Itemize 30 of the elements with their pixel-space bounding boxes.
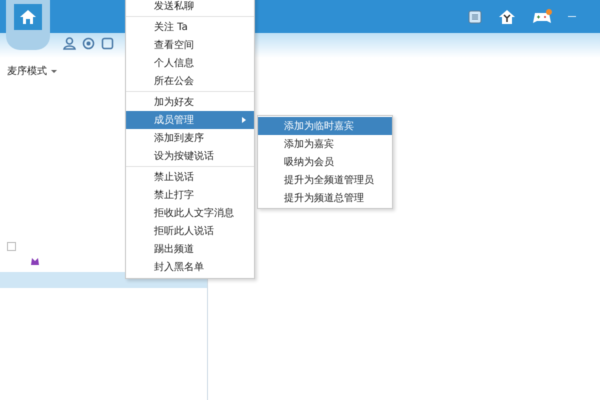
house-icon <box>19 9 37 25</box>
menu-item[interactable]: 所在公会 <box>126 72 254 90</box>
menu-item[interactable]: 加为好友 <box>126 93 254 111</box>
menu-item[interactable]: 发送私聊 <box>126 0 254 15</box>
menu-item[interactable]: 添加为嘉宾 <box>258 135 392 153</box>
menu-item[interactable]: 吸纳为会员 <box>258 153 392 171</box>
home-tab[interactable] <box>6 0 50 50</box>
menu-item[interactable]: 个人信息 <box>126 54 254 72</box>
crown-icon <box>30 256 40 266</box>
document-icon[interactable] <box>101 37 114 50</box>
menu-item[interactable]: 成员管理 <box>126 111 254 129</box>
menu-item[interactable]: 封入黑名单 <box>126 258 254 276</box>
mode-dropdown[interactable]: 麦序模式 <box>7 64 57 79</box>
menu-item[interactable]: 查看空间 <box>126 36 254 54</box>
menu-item[interactable]: 添加为临时嘉宾 <box>258 117 392 135</box>
menu-item[interactable]: 添加到麦序 <box>126 129 254 147</box>
menu-item[interactable]: 拒听此人说话 <box>126 222 254 240</box>
menu-item[interactable]: 拒收此人文字消息 <box>126 204 254 222</box>
menu-item[interactable]: 设为按键说话 <box>126 147 254 165</box>
menu-item[interactable]: 踢出频道 <box>126 240 254 258</box>
menu-item[interactable]: 关注 Ta <box>126 18 254 36</box>
menu-item[interactable]: 禁止说话 <box>126 168 254 186</box>
gamepad-icon[interactable] <box>532 8 552 24</box>
menu-item[interactable]: 提升为全频道管理员 <box>258 171 392 189</box>
notes-icon[interactable] <box>468 10 482 24</box>
user-icon[interactable] <box>63 37 76 50</box>
home-icon[interactable] <box>498 8 516 24</box>
menu-item[interactable]: 禁止打字 <box>126 186 254 204</box>
location-icon[interactable] <box>82 37 95 50</box>
menu-item[interactable]: 提升为频道总管理 <box>258 189 392 207</box>
